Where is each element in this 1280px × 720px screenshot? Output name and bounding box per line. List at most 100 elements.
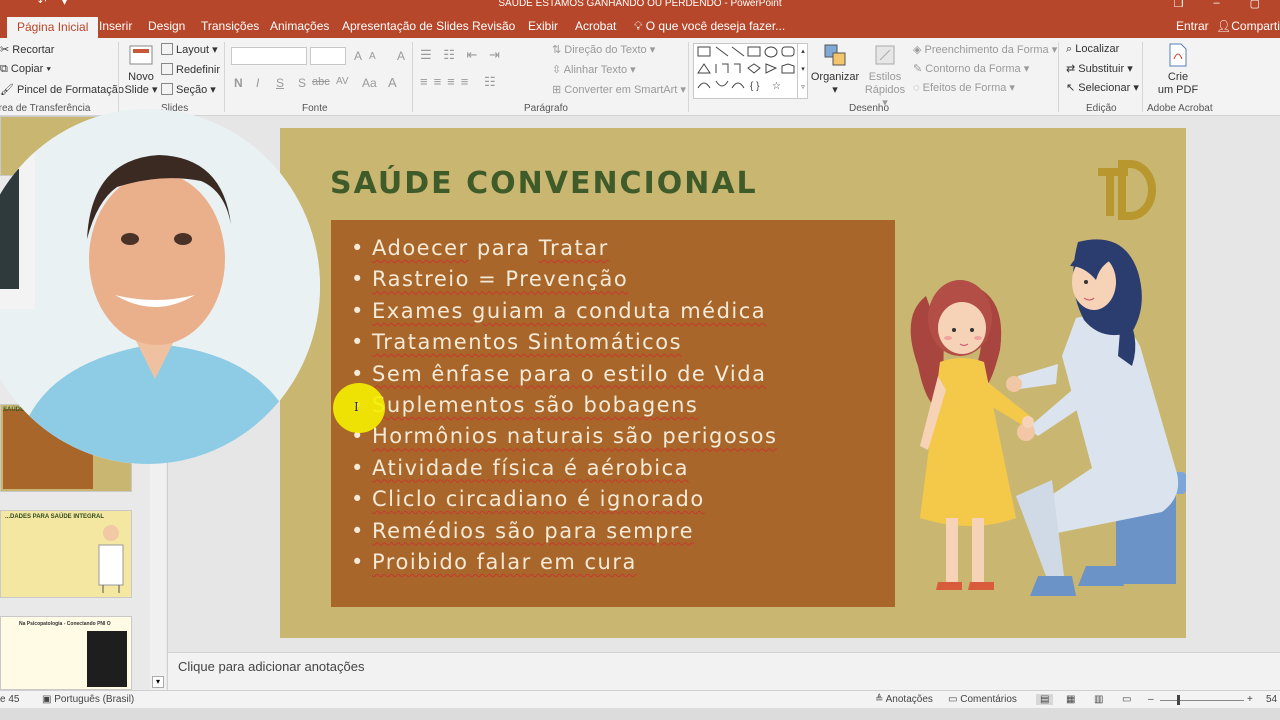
cut-button[interactable]: ✂ Recortar xyxy=(0,43,54,56)
zoom-slider[interactable] xyxy=(1160,700,1244,701)
reading-view-button[interactable]: ▥ xyxy=(1094,694,1103,705)
scroll-down-icon[interactable]: ▾ xyxy=(152,676,164,688)
tell-me-box[interactable]: 💡︎ O que você deseja fazer... xyxy=(634,19,785,34)
tab-revisao[interactable]: Revisão xyxy=(472,19,515,33)
current-slide[interactable]: SAÚDE CONVENCIONAL Adoecer para Tratar Ra… xyxy=(280,128,1186,638)
quick-styles-button[interactable]: Estilos Rápidos ▾ xyxy=(862,42,908,110)
shadow-button[interactable]: S xyxy=(298,76,306,90)
quick-access-icon[interactable]: ▾ xyxy=(62,0,67,8)
shapes-scroll[interactable]: ▴ ▾ ▿ xyxy=(797,43,808,99)
format-painter-label: Pincel de Formatação xyxy=(17,84,125,96)
bullet-item: Exames guiam a conduta médica xyxy=(351,296,777,327)
tab-design[interactable]: Design xyxy=(148,19,185,33)
slide-title: SAÚDE CONVENCIONAL xyxy=(330,166,758,201)
effects-icon: ◌ xyxy=(913,82,920,94)
list-buttons[interactable]: ☰ ☷ ⇤ ⇥ xyxy=(420,47,504,63)
pointer-icon: ↖ xyxy=(1066,82,1076,94)
align-text-button[interactable]: ⇳ Alinhar Texto ▾ xyxy=(552,63,636,76)
tab-transicoes[interactable]: Transições xyxy=(201,19,259,33)
new-slide-button[interactable]: Novo Slide ▾ xyxy=(124,44,158,97)
pdf-icon xyxy=(1169,43,1187,67)
share-button[interactable]: 👤︎Compartilhar xyxy=(1216,19,1280,33)
section-button[interactable]: Seção ▾ xyxy=(161,83,216,96)
pen-icon: ✎ xyxy=(913,63,923,75)
select-button[interactable]: ↖ Selecionar ▾ xyxy=(1066,81,1139,94)
align-buttons[interactable]: ≡≡≡≡ ☷ xyxy=(420,74,502,90)
close-icon[interactable]: ▢ xyxy=(1250,0,1260,10)
replace-button[interactable]: ⇄ Substituir ▾ xyxy=(1066,62,1133,75)
shape-fill-button[interactable]: ◈ Preenchimento da Forma ▾ xyxy=(913,43,1057,56)
slideshow-button[interactable]: ▭ xyxy=(1122,694,1131,705)
quick-styles-label-1: Estilos xyxy=(868,71,902,83)
content-box[interactable]: Adoecer para Tratar Rastreio = Prevenção E… xyxy=(331,220,895,607)
arrange-button[interactable]: Organizar ▾ xyxy=(810,42,860,97)
cut-label: Recortar xyxy=(12,44,55,56)
status-bar: e 45 ▣ Português (Brasil) ≜ Anotações ▭ … xyxy=(0,690,1280,708)
doctor-figure-icon xyxy=(98,525,124,593)
zoom-in-button[interactable]: + xyxy=(1247,694,1253,705)
undo-icon[interactable]: ↶ xyxy=(38,0,46,8)
shape-effects-label: Efeitos de Forma xyxy=(922,82,1007,94)
create-pdf-button[interactable]: Crie um PDF xyxy=(1154,42,1202,97)
notes-button[interactable]: ≜ Anotações xyxy=(875,694,933,705)
zoom-slider-thumb[interactable] xyxy=(1177,695,1180,705)
slide-thumbnail[interactable]: Na Psicopatologia - Conectando PNI O xyxy=(0,616,132,690)
slide-sorter-button[interactable]: ▦ xyxy=(1066,694,1075,705)
smartart-button[interactable]: ⊞ Converter em SmartArt ▾ xyxy=(552,83,686,96)
font-color-button[interactable]: A xyxy=(388,75,397,90)
shape-effects-button[interactable]: ◌ Efeitos de Forma ▾ xyxy=(913,81,1015,94)
reset-icon xyxy=(161,63,173,75)
grow-font-icon[interactable]: A xyxy=(354,49,362,63)
zoom-out-button[interactable]: – xyxy=(1148,694,1154,705)
thumbnail-title: ...DADES PARA SAÚDE INTEGRAL xyxy=(5,514,105,520)
clear-format-icon[interactable]: A xyxy=(397,49,405,63)
tab-pagina-inicial[interactable]: Página Inicial xyxy=(7,17,99,39)
strikethrough-button[interactable]: abc xyxy=(312,76,330,88)
shapes-icon: { } ☆ xyxy=(697,46,795,92)
notes-pane[interactable]: Clique para adicionar anotações xyxy=(168,652,1280,690)
clipboard-group-label: Área de Transferência xyxy=(0,103,91,114)
minimize-icon[interactable]: – xyxy=(1213,0,1219,10)
shape-outline-button[interactable]: ✎ Contorno da Forma ▾ xyxy=(913,62,1029,75)
layout-button[interactable]: Layout ▾ xyxy=(161,43,218,56)
bold-button[interactable]: N xyxy=(234,76,243,90)
shrink-font-icon[interactable]: A xyxy=(369,51,376,62)
find-button[interactable]: ⌕ Localizar xyxy=(1066,43,1119,56)
tab-apresentacao[interactable]: Apresentação de Slides xyxy=(342,19,469,33)
comments-button[interactable]: ▭ Comentários xyxy=(948,694,1017,705)
notes-btn-label: Anotações xyxy=(885,694,933,705)
italic-button[interactable]: I xyxy=(256,76,259,90)
restore-icon[interactable]: ❐ xyxy=(1174,0,1184,10)
layout-icon xyxy=(161,43,173,55)
font-group-label: Fonte xyxy=(302,103,328,114)
window-controls: ❐ – ▢ xyxy=(1174,0,1260,10)
normal-view-button[interactable]: ▤ xyxy=(1036,694,1054,705)
format-painter-button[interactable]: 🖌︎ Pincel de Formatação xyxy=(0,83,124,96)
font-size-box[interactable] xyxy=(310,47,346,65)
acrobat-group-label: Adobe Acrobat xyxy=(1147,103,1213,114)
drawing-group-label: Desenho xyxy=(849,103,890,114)
bullet-text: Tratamentos Sintomáticos xyxy=(372,330,683,355)
tab-animacoes[interactable]: Animações xyxy=(270,19,329,33)
copy-button[interactable]: ⧉ Copiar ▾ xyxy=(0,63,51,76)
copy-label: Copiar xyxy=(10,63,44,75)
tab-exibir[interactable]: Exibir xyxy=(528,19,558,33)
sign-in-link[interactable]: Entrar xyxy=(1176,19,1209,33)
zoom-level[interactable]: 54 xyxy=(1266,694,1277,705)
reset-button[interactable]: Redefinir xyxy=(161,63,220,76)
new-slide-label-2: Slide xyxy=(124,84,149,96)
font-name-box[interactable] xyxy=(231,47,307,65)
bullet-text: Exames guiam a conduta médica xyxy=(372,298,767,323)
layout-label: Layout xyxy=(176,44,210,56)
tab-acrobat[interactable]: Acrobat xyxy=(575,19,616,33)
change-case-button[interactable]: Aa xyxy=(362,76,377,90)
section-icon xyxy=(161,83,173,95)
language-indicator[interactable]: ▣ Português (Brasil) xyxy=(42,694,134,705)
tab-inserir[interactable]: Inserir xyxy=(99,19,132,33)
char-spacing-button[interactable]: AV xyxy=(336,76,349,87)
slide-thumbnail[interactable]: ...DADES PARA SAÚDE INTEGRAL xyxy=(0,510,132,598)
text-direction-button[interactable]: ⇅ Direção do Texto ▾ xyxy=(552,43,655,56)
bullet-text: para xyxy=(468,236,539,260)
underline-button[interactable]: S xyxy=(276,76,284,90)
shapes-gallery[interactable]: { } ☆ xyxy=(693,43,808,99)
